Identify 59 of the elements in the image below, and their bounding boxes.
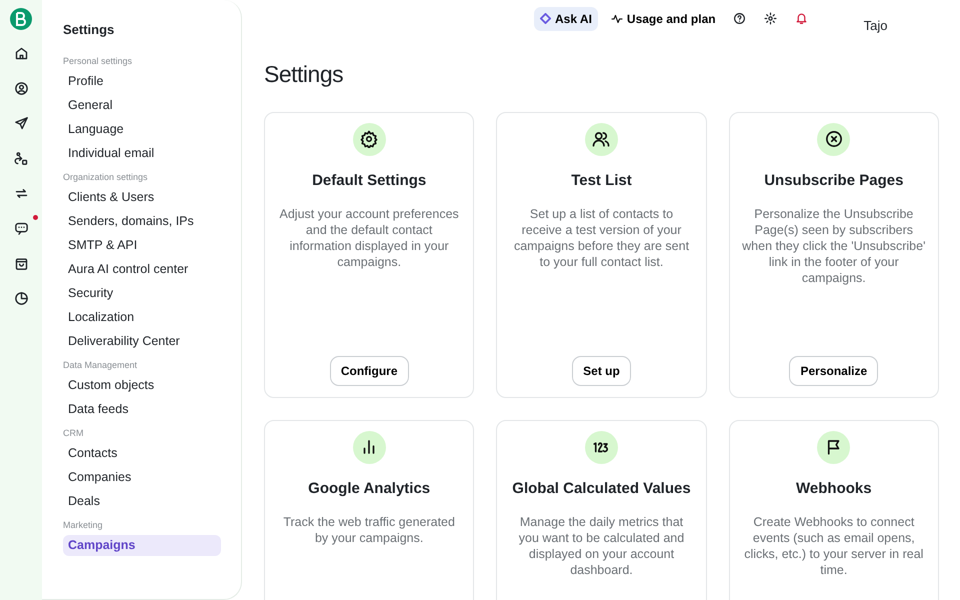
card-button[interactable]: Set up xyxy=(572,356,631,386)
chat-icon xyxy=(14,221,28,236)
close-circle-icon xyxy=(824,130,843,148)
sync-icon xyxy=(14,186,28,201)
sidebar-item[interactable]: Deals xyxy=(63,491,221,512)
sidebar-item[interactable]: Custom objects xyxy=(63,375,221,396)
ask-ai-button[interactable]: Ask AI xyxy=(534,6,598,30)
section-heading: CRM xyxy=(63,427,84,439)
card-title: Webhooks xyxy=(796,478,872,498)
home-icon xyxy=(14,46,28,61)
logo-icon[interactable] xyxy=(10,8,32,30)
card-description: Manage the daily metrics that you want to be calculated and displayed on your account dashboard. xyxy=(518,514,686,578)
page-title: Settings xyxy=(264,60,344,89)
send-icon xyxy=(14,116,28,131)
sidebar-item[interactable]: SMTP & API xyxy=(63,235,221,256)
sidebar-item[interactable]: Aura AI control center xyxy=(63,259,221,280)
flow-icon xyxy=(14,151,28,166)
card-description: Personalize the Unsubscribe Page(s) seen by subscribers when they click the 'Unsubscribe' link in the footer of your campaigns. xyxy=(741,206,926,286)
diamond-icon xyxy=(540,13,551,24)
sidebar-item[interactable]: Security xyxy=(63,283,221,304)
help-icon xyxy=(732,12,746,25)
card-title: Google Analytics xyxy=(308,478,430,498)
sidebar-item[interactable]: Senders, domains, IPs xyxy=(63,211,221,232)
sidebar-item[interactable]: General xyxy=(63,95,221,116)
card-button[interactable]: Personalize xyxy=(789,356,878,386)
section-heading: Organization settings xyxy=(63,171,149,183)
card-title: Default Settings xyxy=(312,170,426,190)
card-title: Unsubscribe Pages xyxy=(764,170,904,190)
gear-icon xyxy=(360,130,378,148)
sidebar-item[interactable]: Contacts xyxy=(63,443,221,464)
card-description: Set up a list of contacts to receive a test version of your campaigns before they are sent to your full contact list. xyxy=(512,206,690,270)
card-description: Create Webhooks to connect events (such as email opens, clicks, etc.) to your server in real time. xyxy=(743,514,924,578)
section-heading: Personal settings xyxy=(63,55,134,67)
section-heading: Marketing xyxy=(63,519,104,531)
pulse-icon xyxy=(610,12,623,24)
sidebar-item[interactable]: Individual email xyxy=(63,143,221,164)
settings-icon xyxy=(764,12,777,25)
section-heading: Data Management xyxy=(63,359,138,371)
sidebar-item[interactable]: Language xyxy=(63,119,221,140)
sidebar-item[interactable]: Deliverability Center xyxy=(63,331,221,352)
sidebar-item[interactable]: Profile xyxy=(63,71,221,92)
pie-chart-icon xyxy=(14,291,28,306)
sidebar-item[interactable]: Localization xyxy=(63,307,221,328)
sidebar-item[interactable]: Clients & Users xyxy=(63,187,221,208)
card-button[interactable]: Configure xyxy=(330,356,408,386)
users-icon xyxy=(592,130,610,148)
bell-icon xyxy=(794,12,808,25)
card-description: Track the web traffic generated by your campaigns. xyxy=(282,514,456,546)
sidebar-item[interactable]: Data feeds xyxy=(63,399,221,420)
card-description: Adjust your account preferences and the default contact information displayed in your campaigns. xyxy=(278,206,460,270)
card-title: Test List xyxy=(571,170,632,190)
user-name[interactable]: Tajo xyxy=(864,16,888,36)
user-circle-icon xyxy=(14,81,28,96)
sidebar-item[interactable]: Companies xyxy=(63,467,221,488)
usage-button[interactable]: Usage and plan xyxy=(608,6,719,30)
card-title: Global Calculated Values xyxy=(512,478,691,498)
sidebar-title: Settings xyxy=(63,22,116,38)
sidebar-item[interactable]: Campaigns xyxy=(63,535,221,556)
bag-icon xyxy=(14,256,28,271)
